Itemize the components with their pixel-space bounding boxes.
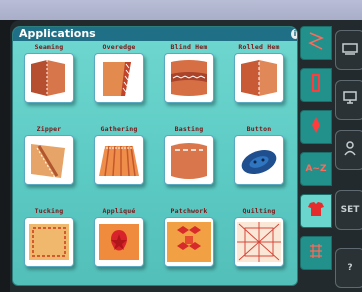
settings-button[interactable]: SET <box>335 190 362 230</box>
tab-decorative[interactable] <box>300 110 332 144</box>
help-button[interactable]: ? <box>335 248 362 288</box>
app-label: Rolled Hem <box>238 43 280 51</box>
app-button[interactable]: Button <box>225 125 293 199</box>
app-tucking[interactable]: Tucking <box>15 207 83 281</box>
person-button[interactable] <box>335 130 362 170</box>
basting-icon <box>164 135 214 185</box>
tab-straight[interactable] <box>300 68 332 102</box>
info-icon[interactable]: i <box>291 29 297 39</box>
tab-quilt[interactable] <box>300 236 332 270</box>
tab-alphabet[interactable]: A~Z <box>300 152 332 186</box>
app-overedge[interactable]: Overedge <box>85 43 153 117</box>
side-toolbar: SET ? <box>332 22 362 292</box>
quilting-icon <box>234 217 284 267</box>
blind-hem-icon <box>164 53 214 103</box>
straight-stitch-icon <box>308 73 324 97</box>
help-label: ? <box>347 263 353 273</box>
panel-title: Applications <box>19 27 96 40</box>
tucking-icon <box>24 217 74 267</box>
computer-icon <box>342 90 358 110</box>
tab-applications[interactable] <box>300 194 332 228</box>
applique-icon <box>94 217 144 267</box>
app-zipper[interactable]: Zipper <box>15 125 83 199</box>
app-label: Seaming <box>34 43 64 51</box>
app-quilting[interactable]: Quilting <box>225 207 293 281</box>
app-applique[interactable]: Appliqué <box>85 207 153 281</box>
app-rolled-hem[interactable]: Rolled Hem <box>225 43 293 117</box>
app-blind-hem[interactable]: Blind Hem <box>155 43 223 117</box>
rolled-hem-icon <box>234 53 284 103</box>
gathering-icon <box>94 135 144 185</box>
app-label: Tucking <box>34 207 64 215</box>
garment-icon <box>307 201 325 221</box>
panel-header: Applications i <box>13 27 297 41</box>
person-icon <box>342 140 358 160</box>
quilt-stitch-icon <box>308 242 324 264</box>
seaming-icon <box>24 53 74 103</box>
top-bar <box>0 0 362 20</box>
tab-zigzag[interactable] <box>300 26 332 60</box>
overedge-icon <box>94 53 144 103</box>
app-label: Blind Hem <box>170 43 208 51</box>
app-label: Gathering <box>100 125 138 133</box>
app-label: Zipper <box>36 125 62 133</box>
app-label: Basting <box>174 125 204 133</box>
app-gathering[interactable]: Gathering <box>85 125 153 199</box>
button-icon <box>234 135 284 185</box>
zigzag-stitch-icon <box>308 31 324 55</box>
machine-icon <box>342 41 358 60</box>
zipper-icon <box>24 135 74 185</box>
app-basting[interactable]: Basting <box>155 125 223 199</box>
stitch-category-tabs: A~Z <box>300 22 332 292</box>
app-label: Overedge <box>102 43 136 51</box>
computer-button[interactable] <box>335 80 362 120</box>
app-seaming[interactable]: Seaming <box>15 43 83 117</box>
machine-button[interactable] <box>335 30 362 70</box>
app-label: Patchwork <box>170 207 208 215</box>
app-label: Button <box>246 125 272 133</box>
settings-label: SET <box>340 205 360 215</box>
app-label: Appliqué <box>102 207 136 215</box>
decorative-stitch-icon <box>308 115 324 139</box>
app-label: Quilting <box>242 207 276 215</box>
applications-panel: Applications i Seaming Overedge Blind He… <box>12 26 298 286</box>
alphabet-icon: A~Z <box>305 164 327 174</box>
app-patchwork[interactable]: Patchwork <box>155 207 223 281</box>
patchwork-icon <box>164 217 214 267</box>
